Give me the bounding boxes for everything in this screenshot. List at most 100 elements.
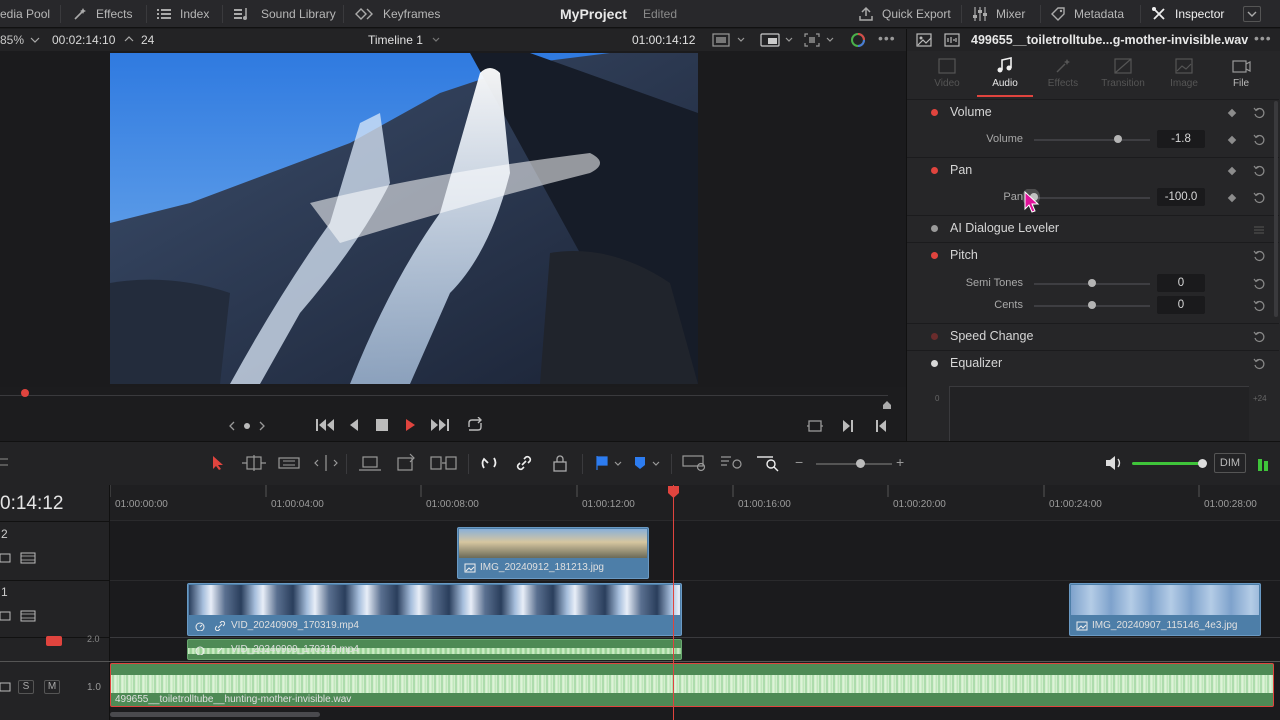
timeline-clip-image-1[interactable]: IMG_20240912_181213.jpg bbox=[457, 527, 649, 579]
volume-enable-toggle[interactable] bbox=[931, 109, 938, 116]
reset-icon[interactable] bbox=[1253, 165, 1265, 177]
dim-button[interactable]: DIM bbox=[1214, 453, 1246, 473]
track-mute-button[interactable]: M bbox=[44, 680, 60, 694]
effects-button[interactable]: Effects bbox=[72, 0, 132, 28]
track-solo-button[interactable]: S bbox=[18, 680, 34, 694]
linked-selection-icon[interactable] bbox=[515, 454, 533, 472]
speed-change-section-header[interactable]: Speed Change bbox=[907, 324, 1279, 350]
pan-value-field[interactable]: -100.0 bbox=[1157, 188, 1205, 206]
zoom-out-icon[interactable]: − bbox=[795, 454, 803, 470]
reset-icon[interactable] bbox=[1253, 331, 1265, 343]
equalizer-toggle[interactable] bbox=[931, 360, 938, 367]
trim-tool-icon[interactable] bbox=[241, 454, 267, 472]
video-preview[interactable] bbox=[110, 53, 698, 384]
timeline-clip-video[interactable]: VID_20240909_170319.mp4 bbox=[187, 583, 682, 636]
master-volume-slider[interactable] bbox=[1132, 462, 1204, 465]
reset-icon[interactable] bbox=[1253, 278, 1265, 290]
flag-icon[interactable] bbox=[595, 455, 609, 471]
blade-tool-icon[interactable] bbox=[314, 454, 338, 472]
equalizer-graph[interactable] bbox=[949, 386, 1249, 441]
playhead-marker[interactable] bbox=[20, 388, 30, 398]
reset-icon[interactable] bbox=[1253, 134, 1265, 146]
inspector-more-icon[interactable]: ••• bbox=[1254, 30, 1272, 46]
track-mute-active[interactable] bbox=[46, 636, 62, 646]
keyframes-button[interactable]: Keyframes bbox=[355, 0, 440, 28]
insert-clip-icon[interactable] bbox=[358, 454, 382, 472]
loop-icon[interactable] bbox=[465, 417, 485, 433]
volume-value-field[interactable]: -1.8 bbox=[1157, 130, 1205, 148]
quick-export-button[interactable]: Quick Export bbox=[858, 0, 951, 28]
volume-slider-knob[interactable] bbox=[1113, 135, 1122, 143]
master-volume-knob[interactable] bbox=[1198, 459, 1207, 468]
timeline-zoom-knob[interactable] bbox=[856, 459, 865, 468]
pan-enable-toggle[interactable] bbox=[931, 167, 938, 174]
dynamic-trim-icon[interactable] bbox=[278, 455, 300, 471]
equalizer-section-header[interactable]: Equalizer bbox=[907, 351, 1279, 377]
chevron-down-icon[interactable] bbox=[826, 37, 834, 43]
transform-icon[interactable] bbox=[804, 33, 820, 47]
playhead-handle-icon[interactable] bbox=[667, 485, 680, 499]
semitones-value-field[interactable]: 0 bbox=[1157, 274, 1205, 292]
chevron-down-icon[interactable] bbox=[614, 461, 622, 467]
play-reverse-icon[interactable] bbox=[348, 418, 360, 432]
timeline-clip-audio-wav[interactable]: 499655__toiletrolltube__hunting-mother-i… bbox=[110, 663, 1274, 707]
pan-param-keyframe-icon[interactable] bbox=[1227, 193, 1237, 203]
tab-transition[interactable]: Transition bbox=[1093, 57, 1153, 89]
snapping-icon[interactable] bbox=[480, 454, 498, 472]
more-options-icon[interactable]: ••• bbox=[878, 30, 896, 46]
reset-icon[interactable] bbox=[1253, 358, 1265, 370]
timeline-zoom-slider[interactable] bbox=[816, 463, 892, 465]
reset-icon[interactable] bbox=[1253, 300, 1265, 312]
lock-icon[interactable] bbox=[552, 454, 568, 472]
speed-change-toggle[interactable] bbox=[931, 333, 938, 340]
next-edit-icon[interactable] bbox=[842, 419, 854, 433]
inspector-scrollbar[interactable] bbox=[1274, 101, 1278, 317]
quality-hd-icon[interactable] bbox=[760, 32, 780, 48]
go-to-start-icon[interactable] bbox=[315, 418, 335, 432]
jog-icon[interactable] bbox=[228, 419, 266, 433]
expand-button[interactable] bbox=[1243, 6, 1261, 22]
color-wheel-icon[interactable] bbox=[850, 32, 866, 48]
reset-icon[interactable] bbox=[1253, 192, 1265, 204]
timeline-playhead[interactable] bbox=[673, 485, 674, 720]
pan-slider[interactable] bbox=[1034, 197, 1150, 199]
index-button[interactable]: Index bbox=[156, 0, 209, 28]
tab-file[interactable]: File bbox=[1211, 57, 1271, 89]
track-film-icon[interactable] bbox=[20, 552, 36, 564]
timeline-area[interactable]: 01:00:00:00 01:00:04:00 01:00:08:00 01:0… bbox=[0, 485, 1280, 720]
play-icon[interactable] bbox=[404, 418, 416, 432]
options-icon[interactable] bbox=[1253, 224, 1265, 236]
pitch-enable-toggle[interactable] bbox=[931, 252, 938, 259]
go-to-end-icon[interactable] bbox=[430, 418, 450, 432]
volume-keyframe-icon[interactable] bbox=[1227, 108, 1237, 118]
tab-effects[interactable]: Effects bbox=[1033, 57, 1093, 89]
zoom-custom-icon[interactable] bbox=[756, 454, 782, 472]
pitch-section-header[interactable]: Pitch bbox=[907, 243, 1279, 269]
timeline-ruler[interactable]: 01:00:00:00 01:00:04:00 01:00:08:00 01:0… bbox=[110, 485, 1280, 521]
match-frame-icon[interactable] bbox=[806, 419, 824, 433]
inspector-button[interactable]: Inspector bbox=[1151, 0, 1224, 28]
viewer-mode-icon[interactable] bbox=[712, 33, 730, 47]
timeline-clip-image-2[interactable]: IMG_20240907_115146_4e3.jpg bbox=[1069, 583, 1261, 636]
settings-icon[interactable] bbox=[0, 456, 10, 468]
viewer-scrubber[interactable] bbox=[0, 387, 906, 411]
track-film-icon[interactable] bbox=[20, 610, 36, 622]
cents-value-field[interactable]: 0 bbox=[1157, 296, 1205, 314]
volume-param-keyframe-icon[interactable] bbox=[1227, 135, 1237, 145]
zoom-level[interactable]: 85% bbox=[0, 33, 24, 47]
prev-edit-icon[interactable] bbox=[875, 419, 887, 433]
stop-icon[interactable] bbox=[376, 419, 388, 431]
cents-slider-knob[interactable] bbox=[1088, 301, 1096, 309]
track-lock-icon[interactable] bbox=[0, 552, 12, 564]
volume-section-header[interactable]: Volume bbox=[907, 100, 1279, 126]
chevron-down-icon[interactable] bbox=[652, 461, 660, 467]
tab-audio[interactable]: Audio bbox=[975, 57, 1035, 97]
timeline-scrollbar[interactable] bbox=[110, 712, 320, 717]
chevron-down-icon[interactable] bbox=[737, 37, 745, 43]
reset-icon[interactable] bbox=[1253, 107, 1265, 119]
mixer-button[interactable]: Mixer bbox=[972, 0, 1025, 28]
track-lock-icon[interactable] bbox=[0, 681, 12, 693]
overwrite-clip-icon[interactable] bbox=[395, 453, 417, 473]
pan-section-header[interactable]: Pan bbox=[907, 158, 1279, 184]
timeline-chevron-icon[interactable] bbox=[432, 37, 440, 43]
